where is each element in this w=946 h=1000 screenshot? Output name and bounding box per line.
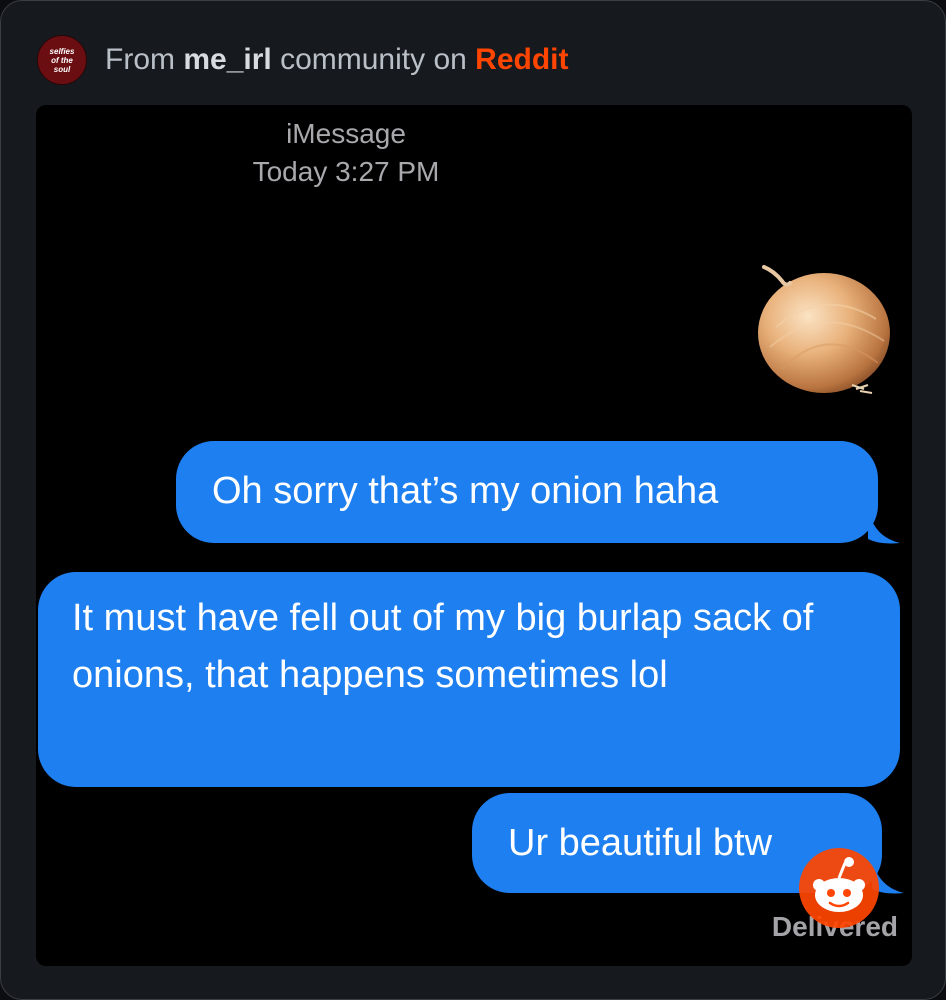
avatar-text-line-1: selfies bbox=[49, 46, 75, 56]
onion-emoji-icon bbox=[758, 265, 890, 394]
avatar-text-line-2: of the bbox=[51, 55, 73, 65]
message-bubble[interactable]: It must have fell out of my big burlap s… bbox=[38, 572, 900, 787]
community-avatar[interactable]: selfies of the soul bbox=[37, 35, 87, 85]
reddit-link[interactable]: Reddit bbox=[475, 43, 568, 76]
avatar-text-line-3: soul bbox=[53, 64, 71, 74]
message-text: It must have fell out of my big burlap s… bbox=[72, 597, 814, 696]
source-prefix: From bbox=[105, 43, 175, 76]
message-text: Oh sorry that’s my onion haha bbox=[212, 470, 719, 512]
post-header: selfies of the soul From me_irl communit… bbox=[37, 35, 569, 85]
imessage-label: iMessage bbox=[286, 118, 406, 149]
message-timestamp: Today 3:27 PM bbox=[252, 156, 440, 187]
source-middle: community on bbox=[280, 43, 467, 76]
post-card: selfies of the soul From me_irl communit… bbox=[0, 0, 946, 1000]
post-image[interactable]: iMessage Today 3:27 PM Oh sorry that’s m… bbox=[36, 105, 912, 966]
post-source: From me_irl community on Reddit bbox=[105, 43, 569, 77]
bubble-tail bbox=[868, 509, 900, 544]
message-bubble[interactable]: Oh sorry that’s my onion haha bbox=[176, 441, 878, 543]
message-text: Ur beautiful btw bbox=[508, 822, 773, 864]
reddit-snoo-icon bbox=[799, 848, 879, 928]
community-link[interactable]: me_irl bbox=[183, 43, 271, 76]
